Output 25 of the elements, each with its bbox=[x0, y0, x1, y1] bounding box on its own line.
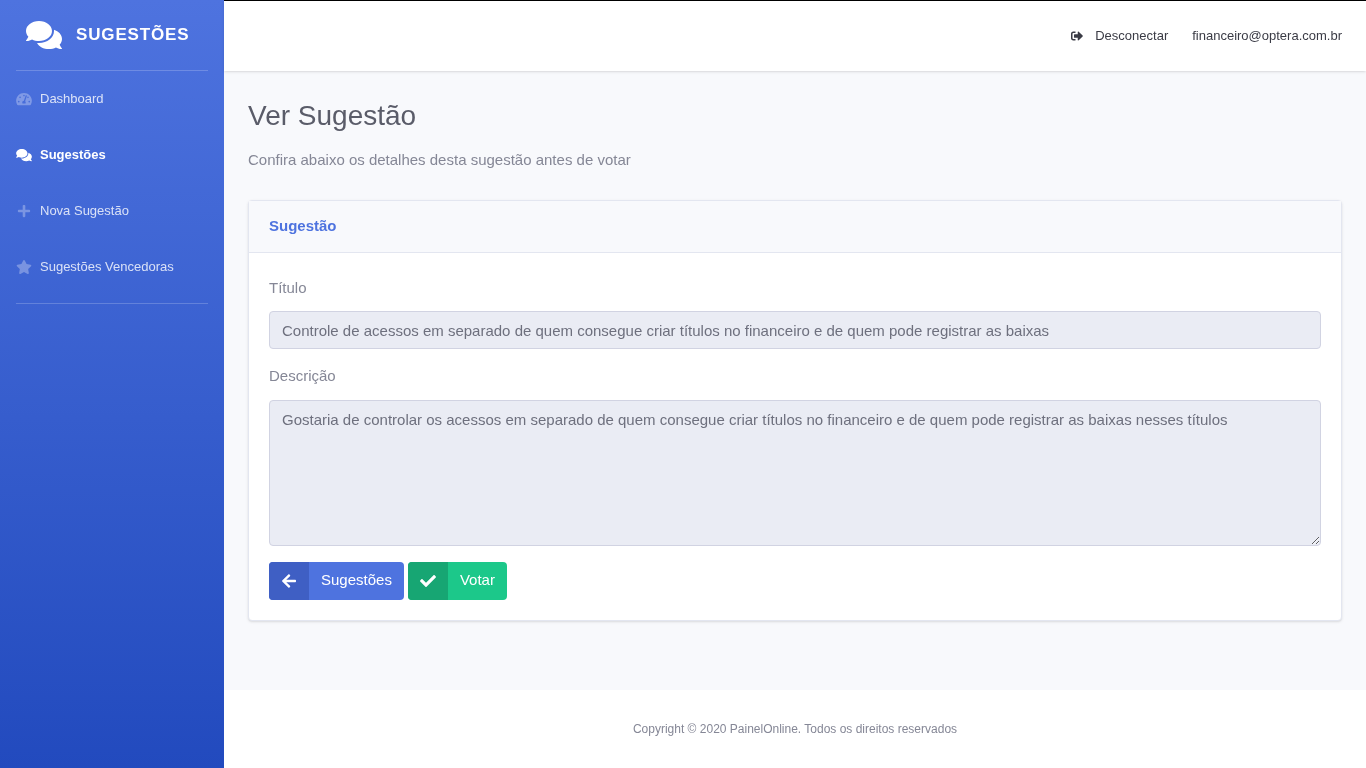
logout-link[interactable]: Desconectar bbox=[1071, 26, 1169, 46]
description-field[interactable]: Gostaria de controlar os acessos em separado de quem consegue criar títulos no financeiro e de quem pode registrar as baixas nesses títulos bbox=[269, 399, 1321, 546]
plus-icon bbox=[16, 204, 32, 218]
arrow-left-icon bbox=[281, 572, 297, 589]
page-title: Ver Sugestão bbox=[248, 99, 418, 133]
gauge-icon bbox=[16, 92, 32, 106]
title-field[interactable]: Controle de acessos em separado de quem consegue criar títulos no financeiro e de quem pode registrar as baixas bbox=[269, 311, 1321, 349]
chat-bubbles-icon bbox=[24, 19, 64, 51]
sidebar-item[interactable]: Sugestões bbox=[16, 127, 208, 183]
brand-title: SUGESTÕES bbox=[76, 24, 190, 47]
user-email[interactable]: financeiro@optera.com.br bbox=[1192, 26, 1342, 46]
field-label: Título bbox=[269, 277, 308, 298]
card-title: Sugestão bbox=[269, 215, 337, 236]
sidebar-item[interactable]: Dashboard bbox=[16, 71, 208, 127]
field-label: Descrição bbox=[269, 366, 337, 386]
star-icon bbox=[16, 260, 32, 274]
sidebar-item[interactable]: Sugestões Vencedoras bbox=[16, 239, 208, 295]
sidebar-item[interactable]: Nova Sugestão bbox=[16, 183, 208, 239]
copyright-text: Copyright © 2020 PainelOnline. Todos os direitos reservados bbox=[632, 721, 958, 738]
logout-icon bbox=[1071, 30, 1084, 42]
page-subtitle: Confira abaixo os detalhes desta sugestão antes de votar bbox=[248, 150, 632, 170]
chat-bubbles-icon bbox=[16, 148, 32, 162]
vote-button[interactable]: Votar bbox=[407, 561, 507, 600]
back-button[interactable]: Sugestões bbox=[269, 561, 404, 600]
check-icon bbox=[419, 572, 436, 589]
